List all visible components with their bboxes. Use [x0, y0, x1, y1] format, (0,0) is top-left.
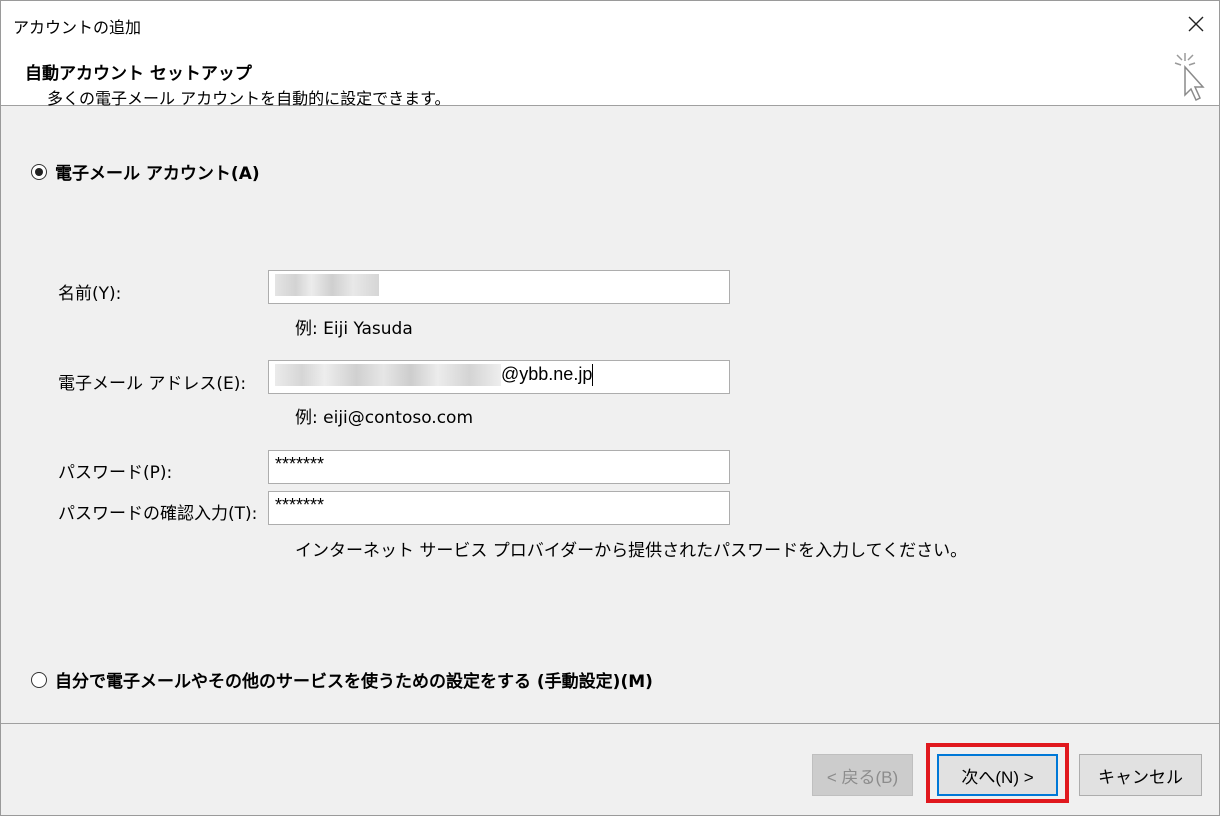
password-input[interactable]: *******: [268, 450, 730, 484]
close-button[interactable]: [1173, 1, 1219, 47]
text-caret: [592, 364, 594, 387]
add-account-dialog: アカウントの追加 自動アカウント セットアップ 多くの電子メール アカウントを自…: [0, 0, 1220, 816]
redacted-name: [275, 274, 379, 297]
radio-email-account-label: 電子メール アカウント(A): [55, 164, 260, 184]
password-value: *******: [275, 454, 325, 474]
wizard-cursor-icon: [1174, 53, 1205, 102]
radio-email-account[interactable]: 電子メール アカウント(A): [31, 159, 260, 184]
name-input[interactable]: [268, 270, 730, 304]
close-icon: [1188, 16, 1204, 32]
name-hint: 例: Eiji Yasuda: [295, 319, 413, 339]
redacted-email-user: [275, 364, 501, 387]
cancel-button[interactable]: キャンセル: [1079, 754, 1202, 796]
name-label: 名前(Y):: [58, 284, 122, 304]
title-bar: アカウントの追加: [1, 1, 1219, 47]
back-button[interactable]: < 戻る(B): [812, 754, 913, 796]
password-confirm-input[interactable]: *******: [268, 491, 730, 525]
radio-button[interactable]: [31, 671, 47, 688]
email-domain: @ybb.ne.jp: [501, 364, 593, 384]
header-subtitle: 多くの電子メール アカウントを自動的に設定できます。: [47, 89, 451, 108]
password-hint: インターネット サービス プロバイダーから提供されたパスワードを入力してください…: [295, 541, 968, 561]
password-confirm-value: *******: [275, 495, 325, 515]
footer-divider: [1, 723, 1219, 724]
radio-button[interactable]: [31, 163, 47, 180]
email-hint: 例: eiji@contoso.com: [295, 408, 474, 428]
radio-manual-setup[interactable]: 自分で電子メールやその他のサービスを使うための設定をする (手動設定)(M): [31, 667, 653, 692]
next-button-highlight: [926, 743, 1069, 803]
email-label: 電子メール アドレス(E):: [58, 374, 247, 394]
header-title: 自動アカウント セットアップ: [25, 64, 252, 84]
email-input[interactable]: @ybb.ne.jp: [268, 360, 730, 394]
wizard-header: 自動アカウント セットアップ 多くの電子メール アカウントを自動的に設定できます…: [1, 47, 1219, 108]
password-confirm-label: パスワードの確認入力(T):: [58, 504, 258, 524]
window-title: アカウントの追加: [13, 18, 142, 37]
password-label: パスワード(P):: [58, 463, 173, 483]
radio-manual-setup-label: 自分で電子メールやその他のサービスを使うための設定をする (手動設定)(M): [55, 672, 653, 692]
